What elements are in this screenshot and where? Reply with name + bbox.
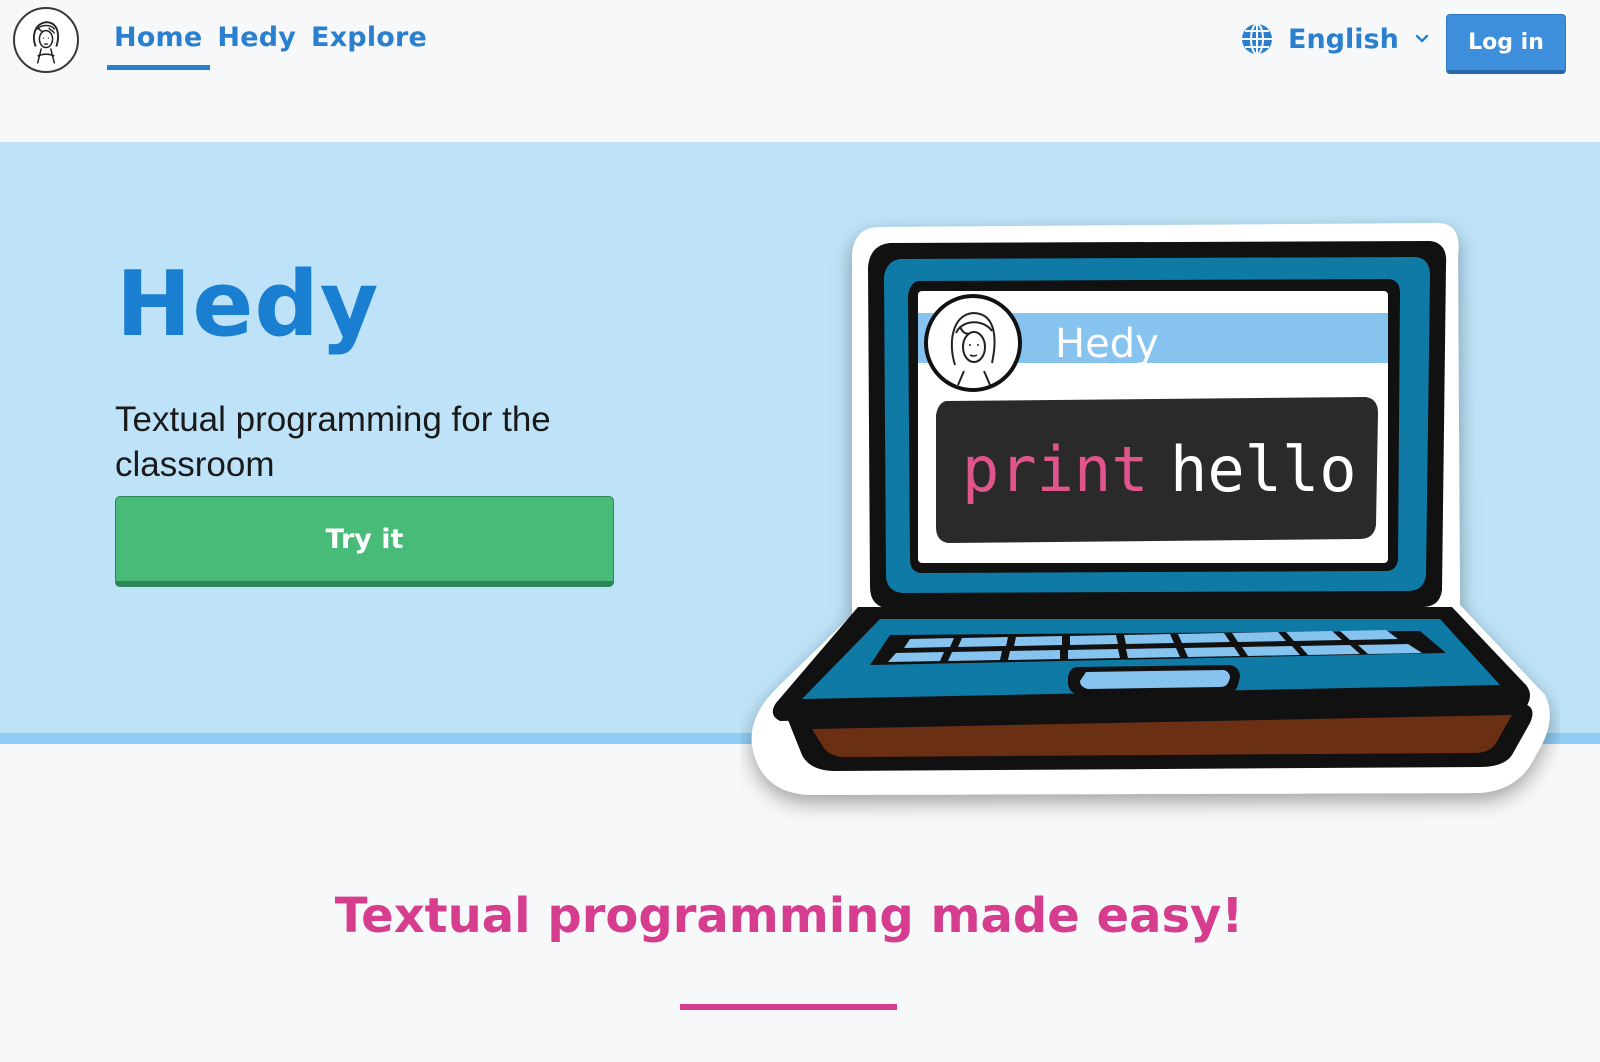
laptop-window-title: Hedy	[1055, 321, 1159, 367]
hero-title: Hedy	[116, 252, 380, 357]
nav-link-hedy[interactable]: Hedy	[210, 18, 304, 70]
nav-link-home[interactable]: Home	[107, 18, 211, 70]
laptop-code-keyword: print	[962, 433, 1149, 506]
try-it-button[interactable]: Try it	[115, 496, 614, 587]
main-nav: Home Hedy Explore	[107, 18, 435, 70]
nav-link-explore[interactable]: Explore	[304, 18, 435, 70]
login-button[interactable]: Log in	[1446, 14, 1566, 74]
hero-subtitle: Textual programming for the classroom	[115, 400, 551, 484]
chevron-down-icon	[1415, 34, 1428, 43]
laptop-code-argument: hello	[1170, 433, 1357, 506]
hedy-logo-icon[interactable]	[13, 7, 79, 73]
section-heading: Textual programming made easy!	[334, 888, 1244, 944]
globe-icon	[1242, 23, 1272, 55]
laptop-illustration: Hedy print hello	[740, 215, 1560, 825]
heading-underline	[680, 1004, 897, 1010]
language-selector[interactable]: English	[1240, 22, 1431, 56]
language-label: English	[1288, 23, 1399, 55]
hedy-portrait-icon	[33, 21, 59, 64]
laptop-graphic: Hedy print hello	[751, 223, 1550, 795]
top-navbar: Home Hedy Explore English Log in	[0, 0, 1600, 142]
